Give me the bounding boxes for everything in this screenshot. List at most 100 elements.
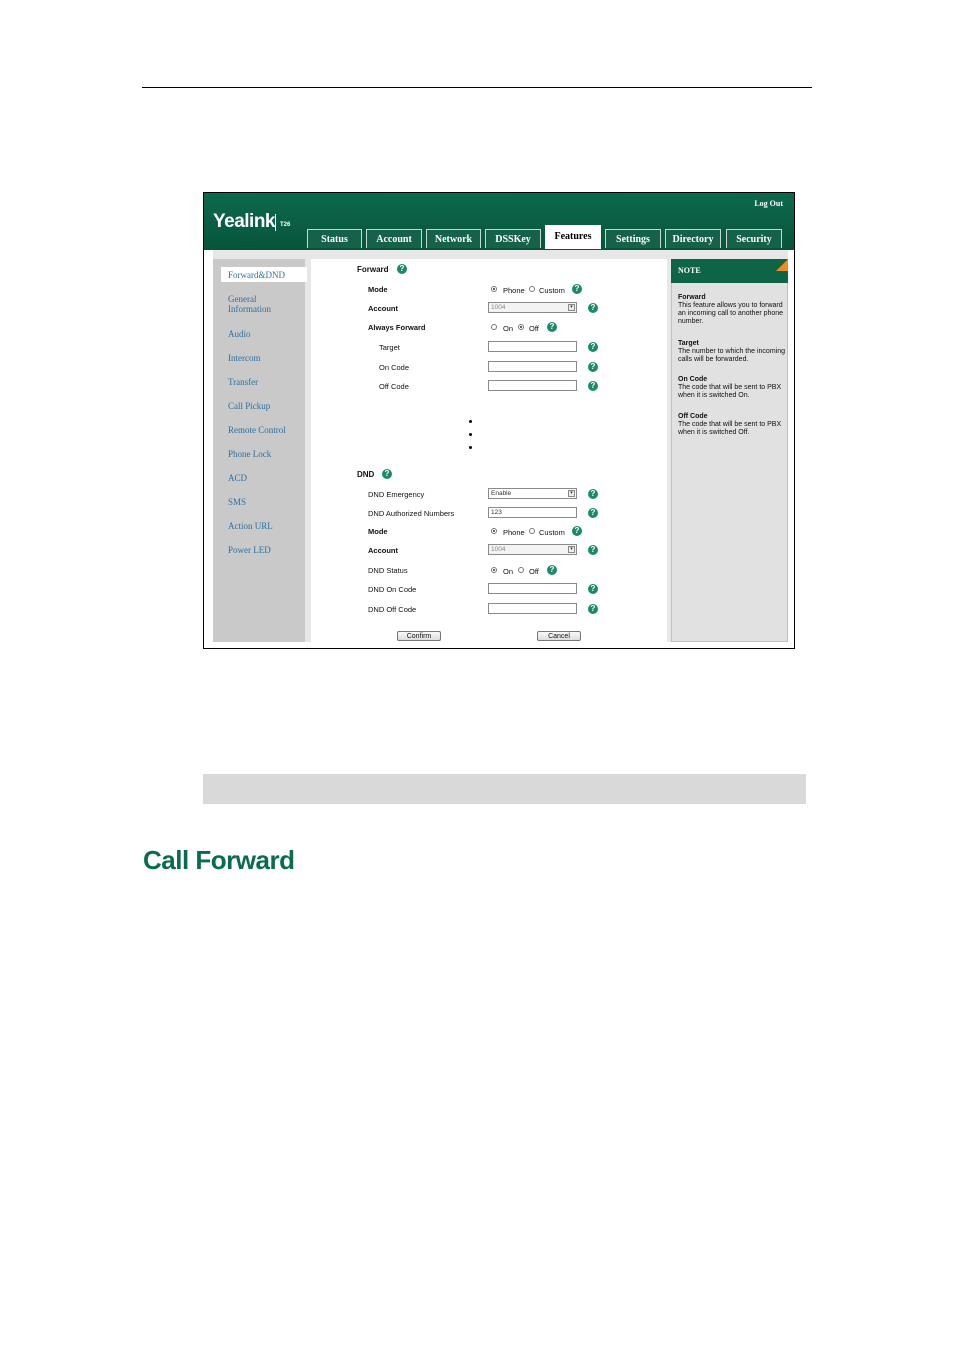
- sidebar-item-forward-dnd[interactable]: Forward&DND: [228, 270, 285, 280]
- dnd-status-on-label: On: [503, 567, 514, 576]
- note-off-code: Off Code The code that will be sent to PB…: [678, 413, 786, 437]
- help-icon[interactable]: ?: [588, 489, 598, 499]
- target-label: Target: [379, 343, 400, 352]
- dnd-off-code-label: DND Off Code: [368, 605, 417, 614]
- page-top-rule: [142, 87, 812, 88]
- help-icon[interactable]: ?: [572, 526, 582, 536]
- logout-link[interactable]: Log Out: [754, 199, 783, 208]
- dnd-authorized-numbers-label: DND Authorized Numbers: [368, 509, 455, 518]
- note-target-title: Target: [678, 340, 699, 347]
- sidebar-item-power-led[interactable]: Power LED: [228, 545, 271, 555]
- dnd-mode-custom-radio[interactable]: [529, 528, 535, 534]
- forward-mode-phone-label: Phone: [503, 286, 525, 295]
- help-icon[interactable]: ?: [588, 508, 598, 518]
- yealink-logo: Yealink: [213, 211, 276, 232]
- note-off-code-text: The code that will be sent to PBX when i…: [678, 421, 782, 436]
- forward-account-select[interactable]: 1004 ▾: [488, 302, 577, 313]
- sidebar-item-call-pickup[interactable]: Call Pickup: [228, 401, 270, 411]
- note-forward-title: Forward: [678, 294, 706, 301]
- note-forward-text: This feature allows you to forward an in…: [678, 302, 784, 325]
- always-forward-off-radio[interactable]: [518, 324, 524, 330]
- dnd-emergency-label: DND Emergency: [368, 490, 425, 499]
- tab-directory[interactable]: Directory: [665, 229, 721, 248]
- help-icon[interactable]: ?: [547, 322, 557, 332]
- help-icon[interactable]: ?: [588, 604, 598, 614]
- sidebar-item-intercom[interactable]: Intercom: [228, 353, 260, 363]
- dnd-off-code-input[interactable]: [488, 603, 577, 614]
- logo-separator: [275, 214, 276, 231]
- help-icon[interactable]: ?: [547, 565, 557, 575]
- dnd-on-code-input[interactable]: [488, 583, 577, 594]
- sidebar-item-sms[interactable]: SMS: [228, 497, 246, 507]
- always-forward-on-label: On: [503, 324, 514, 333]
- tab-dsskey[interactable]: DSSKey: [485, 229, 541, 248]
- dnd-account-label: Account: [368, 546, 398, 555]
- dnd-mode-custom-label: Custom: [539, 528, 565, 537]
- forward-mode-phone-radio[interactable]: [491, 286, 497, 292]
- dnd-status-off-radio[interactable]: [518, 567, 524, 573]
- note-title: NOTE: [678, 266, 701, 275]
- help-icon[interactable]: ?: [397, 264, 407, 274]
- ellipsis-dot: [469, 433, 472, 436]
- confirm-button[interactable]: Confirm: [397, 631, 441, 641]
- note-on-code-title: On Code: [678, 376, 708, 383]
- model-label: T26: [280, 222, 291, 228]
- tab-security[interactable]: Security: [726, 229, 782, 248]
- off-code-label: Off Code: [379, 382, 409, 391]
- off-code-input[interactable]: [488, 380, 577, 391]
- dnd-emergency-value: Enable: [491, 490, 512, 497]
- sidebar-item-action-url[interactable]: Action URL: [228, 521, 273, 531]
- note-target-text: The number to which the incoming calls w…: [678, 348, 785, 363]
- dnd-status-off-label: Off: [529, 567, 539, 576]
- note-corner-fold: [776, 259, 788, 271]
- dnd-mode-phone-radio[interactable]: [491, 528, 497, 534]
- tab-features[interactable]: Features: [545, 225, 601, 249]
- sidebar-item-general-information[interactable]: General Information: [228, 294, 288, 314]
- ellipsis-dot: [469, 446, 472, 449]
- section-heading: Call Forward: [143, 845, 295, 875]
- sidebar-item-audio[interactable]: Audio: [228, 329, 251, 339]
- dnd-emergency-select[interactable]: Enable ▾: [488, 488, 577, 499]
- always-forward-off-label: Off: [529, 324, 539, 333]
- sidebar-item-phone-lock[interactable]: Phone Lock: [228, 449, 271, 459]
- always-forward-on-radio[interactable]: [491, 324, 497, 330]
- on-code-label: On Code: [379, 363, 410, 372]
- note-forward: Forward This feature allows you to forwar…: [678, 294, 786, 326]
- dnd-account-select[interactable]: 1004 ▾: [488, 544, 577, 555]
- help-icon[interactable]: ?: [572, 284, 582, 294]
- dnd-status-label: DND Status: [368, 566, 408, 575]
- forward-account-value: 1004: [491, 304, 506, 311]
- note-target: Target The number to which the incoming c…: [678, 340, 786, 364]
- chevron-down-icon: ▾: [568, 304, 575, 311]
- dnd-status-on-radio[interactable]: [491, 567, 497, 573]
- tab-settings[interactable]: Settings: [605, 229, 661, 248]
- dnd-section-title: DND: [357, 470, 375, 479]
- sidebar-item-acd[interactable]: ACD: [228, 473, 247, 483]
- help-icon[interactable]: ?: [588, 584, 598, 594]
- always-forward-label: Always Forward: [368, 323, 426, 332]
- chevron-down-icon: ▾: [568, 490, 575, 497]
- forward-mode-custom-radio[interactable]: [529, 286, 535, 292]
- help-icon[interactable]: ?: [588, 303, 598, 313]
- web-ui-screenshot: Yealink T26 Log Out Status Account Netwo…: [203, 192, 795, 649]
- dnd-mode-phone-label: Phone: [503, 528, 525, 537]
- help-icon[interactable]: ?: [588, 362, 598, 372]
- note-off-code-title: Off Code: [678, 413, 708, 420]
- forward-section-title: Forward: [357, 265, 389, 274]
- document-note-bar: [203, 774, 806, 804]
- forward-account-label: Account: [368, 304, 398, 313]
- sidebar-item-transfer[interactable]: Transfer: [228, 377, 258, 387]
- on-code-input[interactable]: [488, 361, 577, 372]
- help-icon[interactable]: ?: [588, 545, 598, 555]
- sidebar-item-remote-control[interactable]: Remote Control: [228, 425, 286, 435]
- tab-status[interactable]: Status: [307, 229, 362, 248]
- cancel-button[interactable]: Cancel: [537, 631, 581, 641]
- tab-account[interactable]: Account: [366, 229, 422, 248]
- target-input[interactable]: [488, 341, 577, 352]
- forward-mode-label: Mode: [368, 285, 388, 294]
- help-icon[interactable]: ?: [588, 381, 598, 391]
- dnd-authorized-numbers-input[interactable]: 123: [488, 507, 577, 518]
- help-icon[interactable]: ?: [588, 342, 598, 352]
- help-icon[interactable]: ?: [382, 469, 392, 479]
- tab-network[interactable]: Network: [426, 229, 481, 248]
